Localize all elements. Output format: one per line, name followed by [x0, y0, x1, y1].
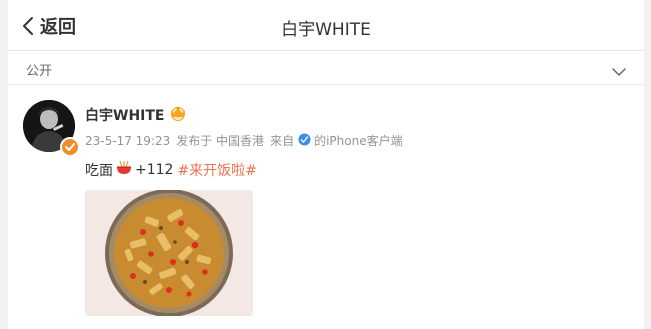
weibo-post: 白宇WHITE 23-5-17 19:23 发布于 中国香港 来自 的iPhon…: [8, 85, 644, 329]
post-source: 来自 的iPhone客户端: [270, 132, 409, 149]
post-timestamp[interactable]: 23-5-17 19:23: [85, 134, 170, 148]
visibility-label: 公开: [26, 64, 53, 79]
chevron-down-icon[interactable]: [612, 62, 626, 81]
author-row: 白宇WHITE: [85, 105, 188, 125]
post-text: 吃面: [85, 163, 113, 179]
client-logo-icon: [298, 133, 311, 149]
page-title: 白宇WHITE: [281, 20, 371, 40]
post-location: 发布于 中国香港: [176, 134, 265, 148]
source-prefix: 来自: [270, 134, 295, 148]
noodle-bowl-emoji-icon: [116, 160, 132, 180]
emoji-count: +112: [135, 162, 174, 178]
top-header: 返回 白宇WHITE: [8, 0, 644, 51]
username[interactable]: 白宇WHITE: [85, 105, 164, 125]
source-client[interactable]: 的iPhone客户端: [314, 132, 403, 149]
weibo-detail-card: 返回 白宇WHITE 公开 白宇WHITE 23-5-17 19:23 发布于 …: [8, 0, 644, 329]
hashtag-link[interactable]: #来开饭啦#: [177, 160, 256, 180]
post-image-noodles[interactable]: [85, 190, 253, 316]
verified-badge-icon: [60, 137, 80, 157]
post-meta: 23-5-17 19:23 发布于 中国香港 来自 的iPhone客户端: [85, 132, 409, 149]
crown-icon[interactable]: [168, 105, 188, 125]
visibility-dropdown[interactable]: 公开: [8, 51, 644, 85]
post-content: 吃面 +112 #来开饭啦#: [85, 160, 257, 180]
